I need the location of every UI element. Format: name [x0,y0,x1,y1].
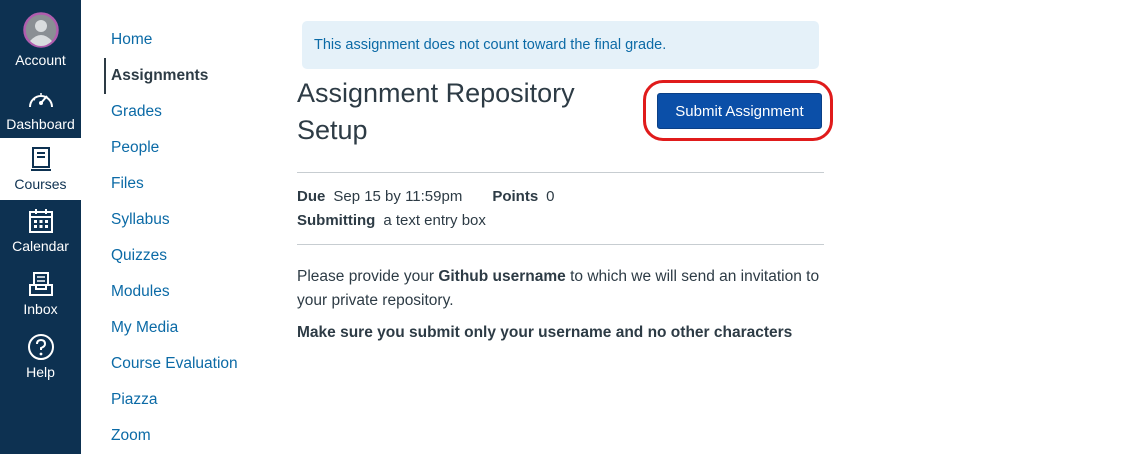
submitting-value: a text entry box [383,212,486,229]
course-nav-piazza[interactable]: Piazza [104,382,274,418]
global-nav-help[interactable]: Help [0,332,81,394]
inbox-icon [28,269,54,299]
dashboard-icon [27,84,55,114]
course-nav-people[interactable]: People [104,130,274,166]
course-nav-quizzes[interactable]: Quizzes [104,238,274,274]
points-value: 0 [546,188,555,205]
divider-top [297,172,824,173]
avatar-icon [22,8,59,52]
calendar-icon [28,206,54,236]
points-label: Points [492,188,539,205]
due-label: Due [297,188,326,205]
course-nav-home[interactable]: Home [104,22,274,58]
global-nav-calendar[interactable]: Calendar [0,206,81,268]
global-nav-account[interactable]: Account [0,8,81,70]
global-nav-dashboard[interactable]: Dashboard [0,84,81,146]
global-nav-inbox-label: Inbox [23,301,58,317]
global-nav-inbox[interactable]: Inbox [0,269,81,331]
grade-notice-text: This assignment does not count toward th… [314,37,667,53]
course-nav-my-media[interactable]: My Media [104,310,274,346]
submit-assignment-button[interactable]: Submit Assignment [657,93,822,129]
global-nav: Account Dashboard Courses Calendar Inbox… [0,0,81,454]
global-nav-help-label: Help [26,364,55,380]
course-nav-course-evaluation[interactable]: Course Evaluation [104,346,274,382]
grade-notice-banner: This assignment does not count toward th… [302,21,819,69]
description-text-start: Please provide your [297,268,439,285]
course-nav-syllabus[interactable]: Syllabus [104,202,274,238]
courses-icon [29,144,53,174]
course-nav-modules[interactable]: Modules [104,274,274,310]
global-nav-dashboard-label: Dashboard [6,116,75,132]
page-title: Assignment Repository Setup [297,78,575,145]
course-nav-grades[interactable]: Grades [104,94,274,130]
global-nav-account-label: Account [15,52,66,68]
assignment-details-row: Due Sep 15 by 11:59pm Points 0 [297,188,555,205]
course-nav: Home Assignments Grades People Files Syl… [104,22,274,454]
submitting-label: Submitting [297,212,376,229]
assignment-description: Please provide your Github username to w… [297,265,837,313]
description-github-username: Github username [438,268,566,285]
due-value: Sep 15 by 11:59pm [333,188,463,205]
divider-bottom [297,244,824,245]
global-nav-courses-label: Courses [14,176,67,192]
assignment-note: Make sure you submit only your username … [297,324,793,341]
submission-type-row: Submitting a text entry box [297,212,486,229]
course-nav-files[interactable]: Files [104,166,274,202]
help-icon [27,332,55,362]
course-nav-assignments[interactable]: Assignments [104,58,274,94]
course-nav-zoom[interactable]: Zoom [104,418,274,454]
global-nav-courses[interactable]: Courses [0,138,81,200]
global-nav-calendar-label: Calendar [12,238,69,254]
